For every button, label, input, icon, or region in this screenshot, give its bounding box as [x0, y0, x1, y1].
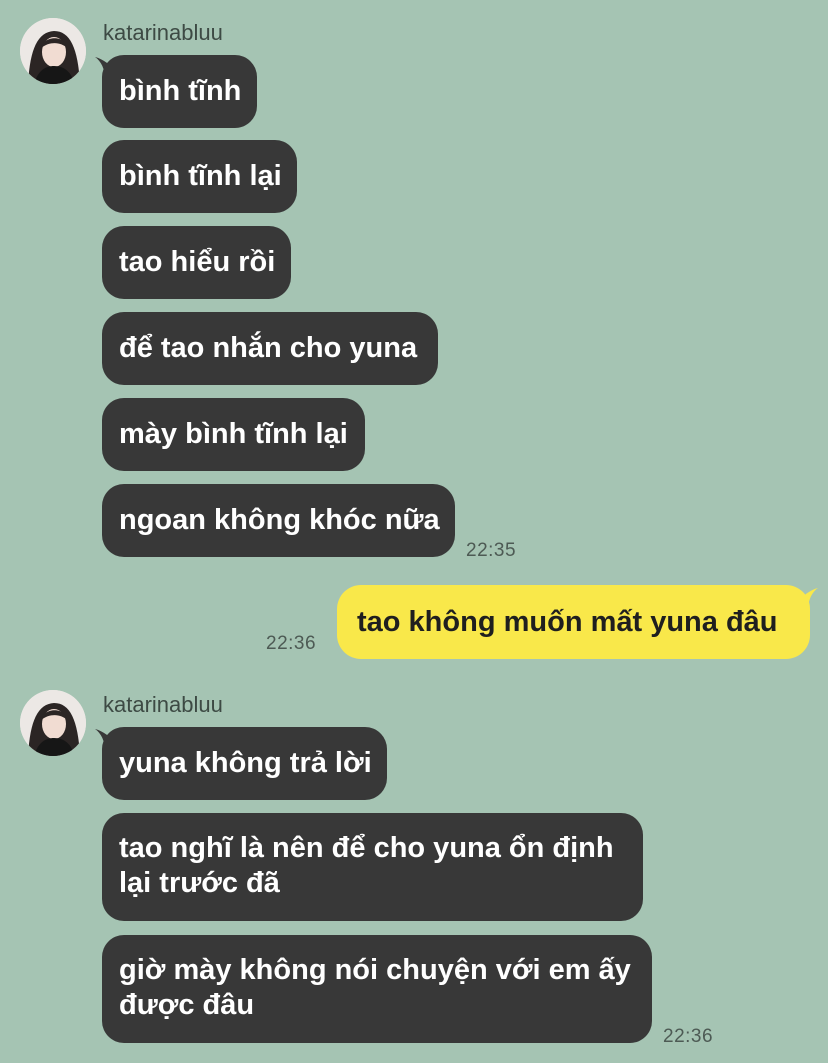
- avatar[interactable]: [20, 690, 86, 756]
- message-bubble[interactable]: yuna không trả lời: [102, 727, 387, 800]
- bubble-tail: [796, 588, 818, 610]
- message-bubble[interactable]: để tao nhắn cho yuna: [102, 312, 438, 385]
- message-bubble[interactable]: tao nghĩ là nên để cho yuna ổn định lại …: [102, 813, 643, 921]
- message-timestamp: 22:35: [466, 540, 517, 561]
- message-bubble[interactable]: bình tĩnh lại: [102, 140, 297, 213]
- profile-photo-icon: [20, 690, 86, 756]
- message-text: tao hiểu rồi: [119, 246, 276, 278]
- sender-name: katarinabluu: [103, 20, 223, 45]
- message-text: bình tĩnh lại: [119, 160, 282, 192]
- sender-name: katarinabluu: [103, 692, 223, 717]
- message-text: giờ mày không nói chuyện với em ấy được …: [119, 954, 631, 1021]
- message-text: mày bình tĩnh lại: [119, 418, 348, 450]
- message-text: tao không muốn mất yuna đâu: [357, 605, 778, 638]
- message-bubble[interactable]: mày bình tĩnh lại: [102, 398, 365, 471]
- profile-photo-icon: [20, 18, 86, 84]
- message-timestamp: 22:36: [663, 1026, 714, 1047]
- message-text: bình tĩnh: [119, 75, 242, 107]
- message-text: ngoan không khóc nữa: [119, 504, 440, 536]
- avatar[interactable]: [20, 18, 86, 84]
- message-timestamp: 22:36: [266, 633, 317, 654]
- message-bubble[interactable]: tao hiểu rồi: [102, 226, 291, 299]
- message-text: tao nghĩ là nên để cho yuna ổn định lại …: [119, 832, 614, 899]
- message-text: yuna không trả lời: [119, 747, 372, 779]
- message-bubble[interactable]: ngoan không khóc nữa: [102, 484, 455, 557]
- message-bubble[interactable]: giờ mày không nói chuyện với em ấy được …: [102, 935, 652, 1043]
- outgoing-message-bubble[interactable]: tao không muốn mất yuna đâu: [337, 585, 810, 659]
- message-bubble[interactable]: bình tĩnh: [102, 55, 257, 128]
- message-text: để tao nhắn cho yuna: [119, 332, 418, 364]
